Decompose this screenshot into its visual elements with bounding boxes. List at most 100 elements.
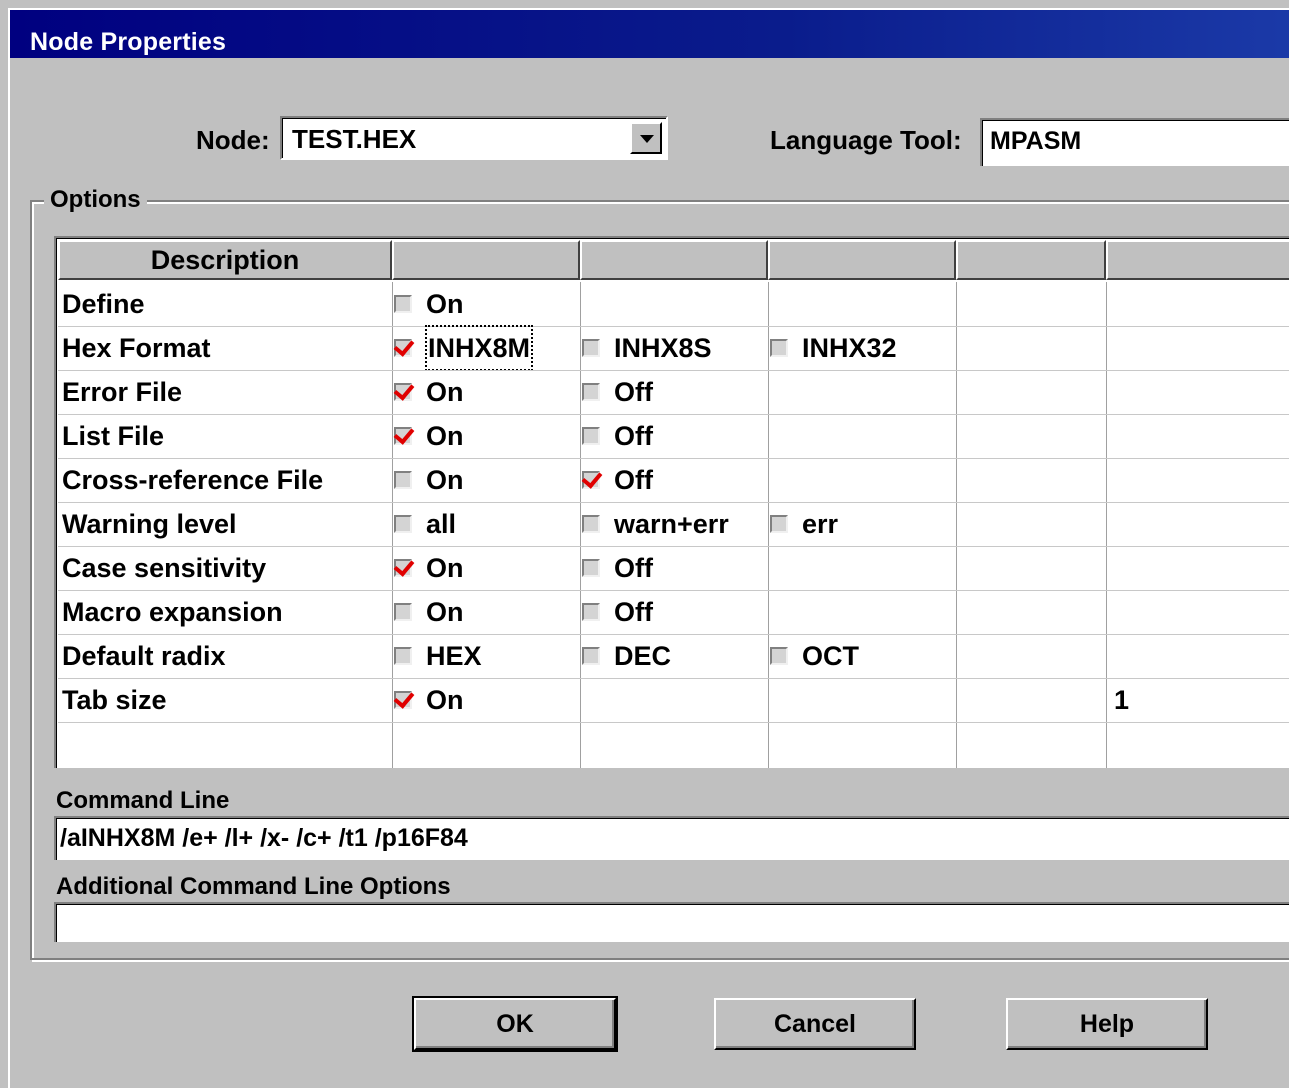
- row-divider: [58, 370, 1289, 371]
- column-header-option-1[interactable]: [392, 240, 580, 280]
- help-button[interactable]: Help: [1006, 998, 1208, 1050]
- option-label: On: [426, 685, 464, 715]
- column-divider: [956, 282, 957, 768]
- unchecked-checkbox-icon[interactable]: [770, 339, 788, 357]
- option-label: On: [426, 553, 464, 583]
- language-tool-label: Language Tool:: [770, 125, 962, 155]
- options-grid[interactable]: Description Da Define On Hex Format INHX8M I…: [54, 236, 1289, 768]
- node-select[interactable]: TEST.HEX: [280, 116, 668, 160]
- row-description: Case sensitivity: [62, 553, 267, 583]
- language-tool-value: MPASM: [990, 127, 1082, 155]
- option-checkbox[interactable]: On: [394, 414, 464, 458]
- row-value[interactable]: 1: [1114, 678, 1129, 722]
- option-checkbox[interactable]: DEC: [582, 634, 671, 678]
- checked-checkbox-icon[interactable]: [394, 427, 412, 445]
- column-header-option-4[interactable]: [956, 240, 1106, 280]
- column-header-option-2[interactable]: [580, 240, 768, 280]
- column-header-option-3[interactable]: [768, 240, 956, 280]
- row-divider: [58, 678, 1289, 679]
- option-label: On: [426, 377, 464, 407]
- option-checkbox[interactable]: INHX8M: [394, 325, 534, 371]
- unchecked-checkbox-icon[interactable]: [394, 603, 412, 621]
- option-checkbox[interactable]: On: [394, 282, 464, 326]
- option-label: Off: [614, 465, 653, 495]
- row-divider: [58, 634, 1289, 635]
- row-description: Define: [62, 289, 145, 319]
- option-label: Off: [614, 421, 653, 451]
- checked-checkbox-icon[interactable]: [394, 339, 412, 357]
- unchecked-checkbox-icon[interactable]: [582, 559, 600, 577]
- option-label: warn+err: [614, 509, 729, 539]
- window-title: Node Properties: [30, 28, 227, 56]
- unchecked-checkbox-icon[interactable]: [582, 603, 600, 621]
- option-label: INHX8M: [424, 325, 534, 371]
- option-checkbox[interactable]: Off: [582, 590, 653, 634]
- checked-checkbox-icon[interactable]: [394, 383, 412, 401]
- option-checkbox[interactable]: HEX: [394, 634, 482, 678]
- unchecked-checkbox-icon[interactable]: [582, 427, 600, 445]
- option-label: OCT: [802, 641, 859, 671]
- unchecked-checkbox-icon[interactable]: [582, 383, 600, 401]
- row-description: Error File: [62, 377, 183, 407]
- option-checkbox[interactable]: Off: [582, 546, 653, 590]
- option-checkbox[interactable]: Off: [582, 458, 653, 502]
- additional-options-input[interactable]: [54, 902, 1289, 942]
- checked-checkbox-icon[interactable]: [582, 471, 600, 489]
- chevron-down-icon: [640, 135, 654, 143]
- title-bar[interactable]: Node Properties: [10, 10, 1289, 58]
- option-label: Off: [614, 377, 653, 407]
- checked-checkbox-icon[interactable]: [394, 691, 412, 709]
- unchecked-checkbox-icon[interactable]: [770, 515, 788, 533]
- option-checkbox[interactable]: On: [394, 458, 464, 502]
- option-checkbox[interactable]: INHX8S: [582, 326, 712, 370]
- option-label: DEC: [614, 641, 672, 671]
- option-checkbox[interactable]: OCT: [770, 634, 859, 678]
- column-divider: [580, 282, 581, 768]
- option-checkbox[interactable]: On: [394, 546, 464, 590]
- row-description: Hex Format: [62, 333, 211, 363]
- unchecked-checkbox-icon[interactable]: [582, 339, 600, 357]
- option-checkbox[interactable]: On: [394, 370, 464, 414]
- option-label: On: [426, 421, 464, 451]
- column-divider: [392, 282, 393, 768]
- option-checkbox[interactable]: Off: [582, 414, 653, 458]
- unchecked-checkbox-icon[interactable]: [394, 295, 412, 313]
- option-checkbox[interactable]: all: [394, 502, 456, 546]
- option-checkbox[interactable]: On: [394, 678, 464, 722]
- option-checkbox[interactable]: On: [394, 590, 464, 634]
- option-label: err: [802, 509, 839, 539]
- checked-checkbox-icon[interactable]: [394, 559, 412, 577]
- command-line-value: /aINHX8M /e+ /l+ /x- /c+ /t1 /p16F84: [60, 824, 468, 852]
- unchecked-checkbox-icon[interactable]: [582, 515, 600, 533]
- option-label: On: [426, 597, 464, 627]
- row-description: Warning level: [62, 509, 237, 539]
- option-checkbox[interactable]: warn+err: [582, 502, 729, 546]
- unchecked-checkbox-icon[interactable]: [582, 647, 600, 665]
- command-line-label: Command Line: [56, 787, 230, 814]
- row-description: Cross-reference File: [62, 465, 324, 495]
- option-label: INHX32: [802, 333, 897, 363]
- unchecked-checkbox-icon[interactable]: [394, 515, 412, 533]
- row-description: Default radix: [62, 641, 226, 671]
- unchecked-checkbox-icon[interactable]: [394, 471, 412, 489]
- command-line-field: /aINHX8M /e+ /l+ /x- /c+ /t1 /p16F84: [54, 816, 1289, 860]
- option-label: all: [426, 509, 457, 539]
- ok-button[interactable]: OK: [412, 996, 618, 1052]
- option-checkbox[interactable]: err: [770, 502, 838, 546]
- cancel-button[interactable]: Cancel: [714, 998, 916, 1050]
- language-tool-field: MPASM: [980, 118, 1289, 166]
- row-description: Tab size: [62, 685, 167, 715]
- option-label: On: [426, 465, 464, 495]
- row-description: List File: [62, 421, 165, 451]
- node-dropdown-button[interactable]: [630, 122, 662, 154]
- option-checkbox[interactable]: Off: [582, 370, 653, 414]
- option-label: Off: [614, 597, 653, 627]
- column-header-description[interactable]: Description: [58, 240, 392, 280]
- option-label: HEX: [426, 641, 482, 671]
- unchecked-checkbox-icon[interactable]: [394, 647, 412, 665]
- column-header-data[interactable]: Da: [1106, 240, 1289, 280]
- option-checkbox[interactable]: INHX32: [770, 326, 897, 370]
- option-label: On: [426, 289, 464, 319]
- row-description: Macro expansion: [62, 597, 283, 627]
- unchecked-checkbox-icon[interactable]: [770, 647, 788, 665]
